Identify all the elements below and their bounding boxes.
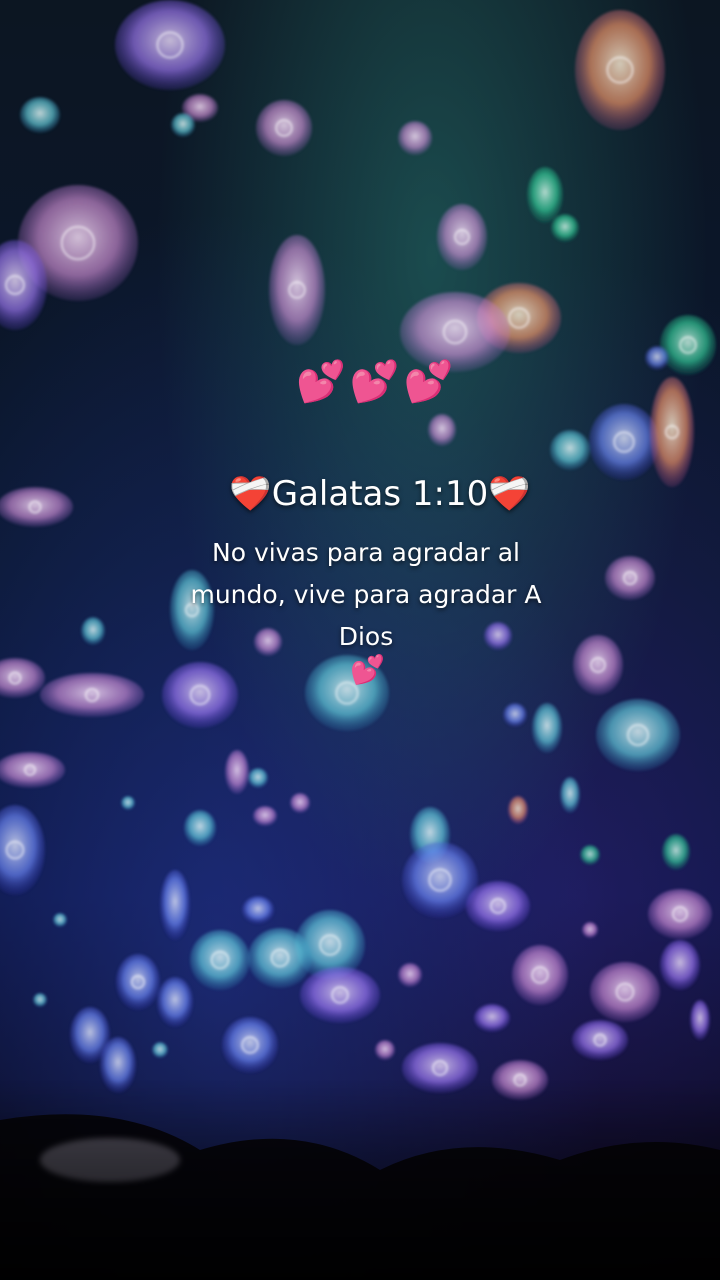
- hearts-emoji-row: 💕💕💕: [296, 359, 458, 405]
- text-overlay: 💕💕💕 ❤️‍🩹Galatas 1:10❤️‍🩹 No vivas para a…: [0, 0, 720, 1280]
- heart-emoji: 💕: [350, 653, 385, 686]
- verse-reference-text: ❤️‍🩹Galatas 1:10❤️‍🩹: [229, 474, 531, 514]
- video-frame: 💕💕💕 ❤️‍🩹Galatas 1:10❤️‍🩹 No vivas para a…: [0, 0, 720, 1280]
- verse-text: No vivas para agradar al mundo, vive par…: [190, 538, 542, 651]
- verse-reference: ❤️‍🩹Galatas 1:10❤️‍🩹: [0, 474, 720, 514]
